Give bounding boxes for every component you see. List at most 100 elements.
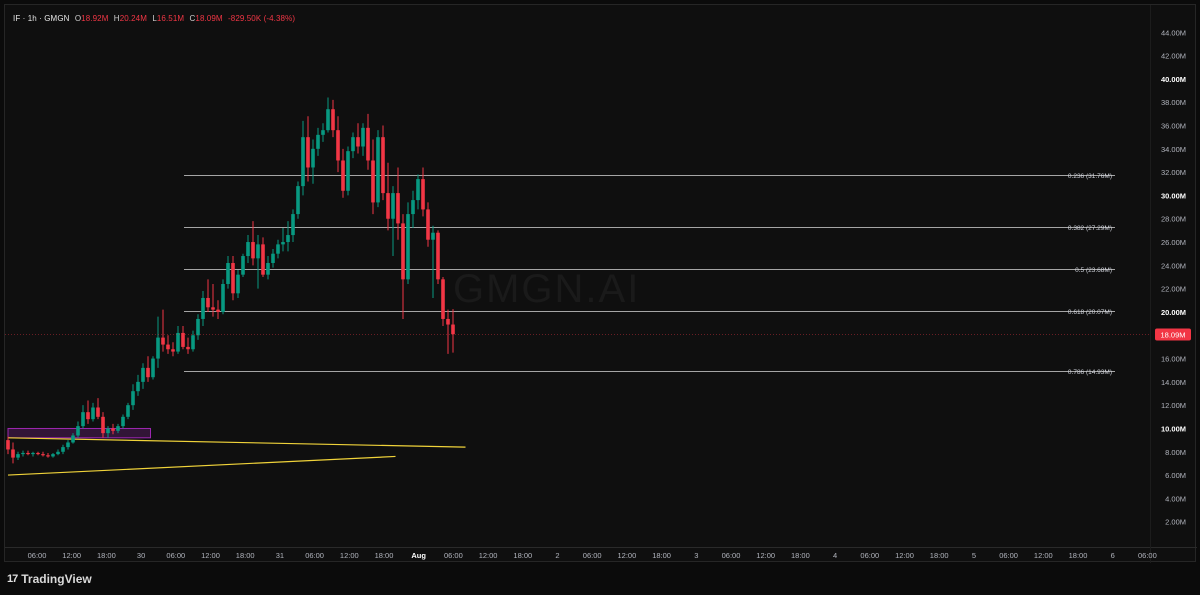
candle-body[interactable] <box>46 455 50 457</box>
candle-body[interactable] <box>206 297 210 308</box>
candle-body[interactable] <box>16 454 20 458</box>
candle-body[interactable] <box>301 137 305 187</box>
price-tick-label: 20.00M <box>1161 308 1186 317</box>
candle-body[interactable] <box>86 412 90 420</box>
candle-body[interactable] <box>76 426 80 436</box>
candle-body[interactable] <box>161 337 165 345</box>
candle-body[interactable] <box>6 440 10 450</box>
candle-body[interactable] <box>336 130 340 161</box>
candle-body[interactable] <box>386 193 390 219</box>
candle-body[interactable] <box>126 405 130 417</box>
candle-body[interactable] <box>311 148 315 168</box>
candle-body[interactable] <box>361 127 365 147</box>
candle-body[interactable] <box>356 137 360 147</box>
candle-body[interactable] <box>266 263 270 275</box>
candle-body[interactable] <box>341 160 345 191</box>
candle-body[interactable] <box>381 137 385 194</box>
candle-body[interactable] <box>351 137 355 152</box>
candle-body[interactable] <box>66 442 70 448</box>
candle-body[interactable] <box>101 416 105 434</box>
candle-body[interactable] <box>111 428 115 431</box>
candle-body[interactable] <box>246 242 250 257</box>
candle-body[interactable] <box>236 274 240 294</box>
candle-body[interactable] <box>326 109 330 131</box>
candle-body[interactable] <box>346 151 350 191</box>
candle-body[interactable] <box>366 127 370 161</box>
candle-body[interactable] <box>116 426 120 431</box>
candle-body[interactable] <box>396 193 400 224</box>
candle-body[interactable] <box>151 358 155 378</box>
candle-body[interactable] <box>181 332 185 347</box>
candle-body[interactable] <box>411 200 415 215</box>
candle-body[interactable] <box>216 309 220 312</box>
candle-body[interactable] <box>291 214 295 236</box>
candle-body[interactable] <box>176 332 180 352</box>
candle-body[interactable] <box>421 179 425 210</box>
candle-body[interactable] <box>256 244 260 259</box>
candle-body[interactable] <box>36 452 40 455</box>
candle-body[interactable] <box>21 452 25 455</box>
candle-body[interactable] <box>281 242 285 245</box>
candle-body[interactable] <box>26 452 30 455</box>
candle-body[interactable] <box>31 452 35 455</box>
candle-body[interactable] <box>141 367 145 382</box>
candle-body[interactable] <box>316 134 320 149</box>
candle-body[interactable] <box>441 279 445 319</box>
candle-body[interactable] <box>276 244 280 254</box>
candle-body[interactable] <box>81 412 85 427</box>
candle-body[interactable] <box>96 407 100 417</box>
candle-body[interactable] <box>371 160 375 203</box>
candle-body[interactable] <box>286 235 290 243</box>
chart-panel[interactable]: GMGN.AI 2.00M 4.00M 6.00M 8.00M 10.00M 12.00M… <box>4 4 1197 563</box>
candle-body[interactable] <box>61 447 65 452</box>
trendline-upper[interactable] <box>7 437 466 448</box>
candle-body[interactable] <box>391 193 395 219</box>
candle-body[interactable] <box>241 256 245 275</box>
candle-body[interactable] <box>376 137 380 203</box>
candle-body[interactable] <box>196 318 200 336</box>
candle-body[interactable] <box>401 223 405 280</box>
candle-body[interactable] <box>436 232 440 280</box>
symbol-name[interactable]: IF · 1h · GMGN <box>13 14 70 23</box>
candle-body[interactable] <box>51 454 55 457</box>
candle-body[interactable] <box>146 367 150 378</box>
fib-level-label: 0.786 (14.93M) <box>1068 369 1112 376</box>
candle-body[interactable] <box>426 209 430 240</box>
candle-body[interactable] <box>226 263 230 284</box>
candle-body[interactable] <box>306 137 310 168</box>
candle-body[interactable] <box>136 381 140 392</box>
tradingview-logo[interactable]: 17 TradingView <box>7 572 92 586</box>
candle-body[interactable] <box>451 324 455 335</box>
candle-body[interactable] <box>331 109 335 131</box>
candle-body[interactable] <box>231 263 235 294</box>
candle-body[interactable] <box>321 130 325 135</box>
candle-body[interactable] <box>71 435 75 443</box>
candle-body[interactable] <box>406 214 410 280</box>
candle-body[interactable] <box>171 349 175 352</box>
candle-body[interactable] <box>446 318 450 325</box>
candle-body[interactable] <box>201 297 205 319</box>
time-tick-label: 06:00 <box>28 551 47 560</box>
candle-body[interactable] <box>191 335 195 350</box>
candle-body[interactable] <box>156 337 160 359</box>
price-chart[interactable]: 2.00M 4.00M 6.00M 8.00M 10.00M 12.00M 14.00M 16… <box>5 5 1197 563</box>
candle-body[interactable] <box>91 407 95 420</box>
candle-body[interactable] <box>186 346 190 350</box>
candle-body[interactable] <box>251 242 255 259</box>
candle-body[interactable] <box>106 428 110 434</box>
candle-body[interactable] <box>56 451 60 455</box>
candle-body[interactable] <box>271 253 275 264</box>
candle-body[interactable] <box>261 244 265 275</box>
candle-body[interactable] <box>41 454 45 456</box>
candle-body[interactable] <box>11 449 15 458</box>
candle-body[interactable] <box>296 186 300 215</box>
candle-body[interactable] <box>166 344 170 350</box>
trendline-lower[interactable] <box>7 455 396 476</box>
candle-body[interactable] <box>131 391 135 406</box>
candle-body[interactable] <box>416 179 420 201</box>
symbol-ohlc-header[interactable]: IF · 1h · GMGN O18.92M H20.24M L16.51M C… <box>13 14 298 23</box>
candle-body[interactable] <box>431 232 435 240</box>
candle-body[interactable] <box>121 416 125 427</box>
candle-body[interactable] <box>211 307 215 310</box>
candle-body[interactable] <box>221 283 225 312</box>
